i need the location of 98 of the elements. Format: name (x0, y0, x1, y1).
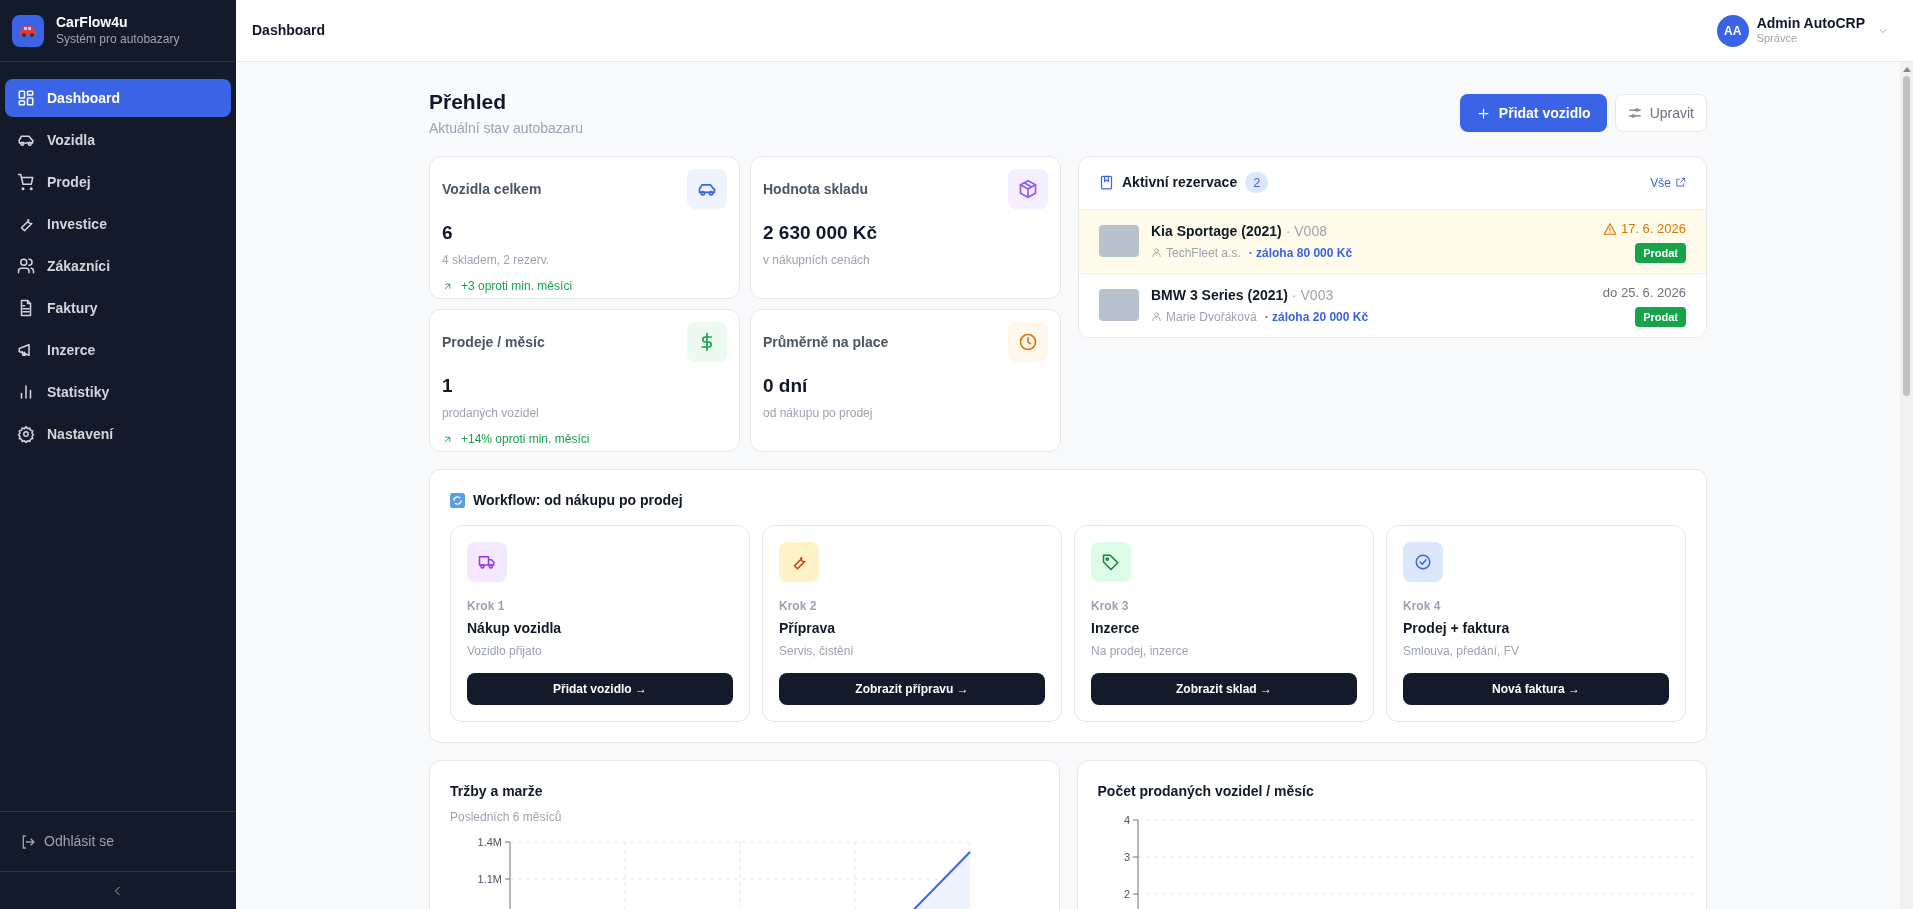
nav-item[interactable]: Nastavení (5, 415, 231, 453)
plus-icon (1475, 105, 1491, 121)
axis-tick-label: 1.1M (477, 872, 502, 885)
user-avatar: AA (1716, 14, 1749, 47)
step-title: Příprava (779, 618, 837, 638)
stat-value: 1 (442, 373, 454, 398)
cart-icon (17, 173, 35, 191)
refresh-icon (450, 492, 465, 508)
axis-tick-label: 1.4M (477, 835, 502, 848)
warning-icon (1602, 221, 1617, 236)
users-icon (17, 257, 35, 275)
stat-label: Vozidla celkem (442, 179, 542, 199)
stat-label: Hodnota skladu (763, 179, 868, 199)
vehicle-photo-placeholder (1099, 225, 1139, 257)
page-breadcrumb: Dashboard (252, 21, 326, 40)
customer-name: TechFleet a.s. (1166, 244, 1241, 262)
vehicle-name: BMW 3 Series (2021) (1151, 285, 1288, 305)
trend-text: +14% oproti min. měsíci (461, 431, 590, 448)
step-title: Inzerce (1091, 618, 1141, 638)
step-number: Krok 1 (467, 597, 506, 615)
deposit-amount: · záloha 20 000 Kč (1264, 308, 1369, 326)
count-badge: 2 (1245, 171, 1269, 194)
add-vehicle-button[interactable]: Přidat vozidlo (1459, 94, 1607, 132)
axis-tick-label: 2 (1123, 887, 1130, 900)
step-action-button[interactable]: Zobrazit přípravu → (779, 672, 1045, 705)
stat-note: prodaných vozidel (442, 405, 540, 422)
customer-name: Marie Dvořáková (1166, 308, 1257, 326)
step-description: Smlouva, předání, FV (1403, 642, 1521, 660)
step-number: Krok 4 (1403, 597, 1442, 615)
check-circle-icon (1414, 552, 1432, 571)
bookmark-icon (1099, 175, 1114, 190)
card-title: Aktivní rezervace (1122, 173, 1238, 192)
user-name: Admin AutoCRP (1756, 14, 1865, 33)
nav-item[interactable]: Vozidla (5, 121, 231, 159)
step-action-button[interactable]: Zobrazit sklad → (1091, 672, 1357, 705)
step-description: Servis, čistění (779, 642, 855, 660)
tag-icon (1102, 552, 1120, 571)
step-title: Nákup vozidla (467, 618, 563, 638)
step-title: Prodej + faktura (1403, 618, 1511, 638)
dashboard-icon (17, 89, 35, 107)
nav-item[interactable]: Inzerce (5, 331, 231, 369)
trend-text: +3 oproti min. měsíci (461, 278, 573, 295)
step-action-button[interactable]: Přidat vozidlo → (467, 672, 733, 705)
stat-note: 4 skladem, 2 rezerv. (442, 252, 551, 269)
chart-title: Počet prodaných vozidel / měsíc (1097, 781, 1315, 801)
view-all-link[interactable]: Vše (1650, 173, 1686, 192)
deposit-amount: · záloha 80 000 Kč (1248, 244, 1353, 262)
step-number: Krok 3 (1091, 597, 1130, 615)
step-description: Na prodej, inzerce (1091, 642, 1190, 660)
page-title: Přehled (429, 89, 508, 115)
axis-tick-label: 4 (1123, 813, 1130, 826)
person-icon (1151, 247, 1162, 258)
nav-item[interactable]: Faktury (5, 289, 231, 327)
step-description: Vozidlo přijato (467, 642, 543, 660)
page-subtitle: Aktuální stav autobazaru (429, 118, 584, 138)
stat-label: Prodeje / měsíc (442, 332, 545, 352)
app-name: CarFlow4u (56, 14, 129, 32)
step-action-button[interactable]: Nová faktura → (1403, 672, 1669, 705)
scrollbar[interactable] (1900, 62, 1913, 909)
nav-item[interactable]: Statistiky (5, 373, 231, 411)
stat-note: v nákupních cenách (763, 252, 871, 269)
nav-item[interactable]: Prodej (5, 163, 231, 201)
stat-value: 2 630 000 Kč (763, 220, 879, 245)
chart-subtitle: Posledních 6 měsíců (450, 808, 563, 826)
card-title: Workflow: od nákupu po prodej (473, 490, 683, 510)
sliders-icon (1627, 106, 1642, 120)
vehicle-name: Kia Sportage (2021) (1151, 221, 1282, 241)
person-icon (1151, 311, 1162, 322)
vehicle-code: · V008 (1285, 221, 1327, 241)
external-link-icon (1675, 177, 1686, 188)
vehicle-code: · V003 (1291, 285, 1334, 305)
stat-value: 6 (442, 220, 454, 245)
scrollbar-thumb[interactable] (1903, 76, 1910, 396)
edit-button[interactable]: Upravit (1614, 94, 1707, 132)
stat-note: od nákupu po prodej (763, 405, 874, 422)
nav-item[interactable]: Dashboard (5, 79, 231, 117)
reservation-row[interactable]: BMW 3 Series (2021) · V003 Marie Dvořáková · záloha 20 000 Kč do 25. 6. 2026 Prodat (1079, 272, 1706, 337)
chart-title: Tržby a marže (450, 781, 544, 801)
stat-label: Průměrně na place (763, 332, 889, 352)
package-icon (1018, 178, 1038, 199)
nav-item[interactable]: Investice (5, 205, 231, 243)
reservation-date: 17. 6. 2026 (1620, 220, 1686, 238)
app-tagline: Systém pro autobazary (56, 31, 180, 47)
user-role: Správce (1756, 32, 1798, 47)
vehicle-photo-placeholder (1099, 289, 1139, 321)
scroll-up-arrow-icon[interactable] (1902, 66, 1911, 72)
app-logo (12, 14, 44, 47)
axis-tick-label: 3 (1123, 850, 1130, 863)
reservation-row[interactable]: Kia Sportage (2021) · V008 TechFleet a.s. · záloha 80 000 Kč 17. 6. 2026 Prodat (1079, 208, 1706, 273)
stat-value: 0 dní (763, 373, 809, 398)
logout-icon (20, 833, 36, 850)
settings-icon (17, 425, 35, 443)
step-number: Krok 2 (779, 597, 818, 615)
nav-item[interactable]: Zákazníci (5, 247, 231, 285)
clock-icon (1018, 331, 1038, 352)
reservation-date: do 25. 6. 2026 (1602, 284, 1686, 302)
logout-button[interactable]: Odhlásit se (20, 831, 115, 852)
user-menu[interactable]: AA Admin AutoCRP Správce (1716, 14, 1897, 47)
